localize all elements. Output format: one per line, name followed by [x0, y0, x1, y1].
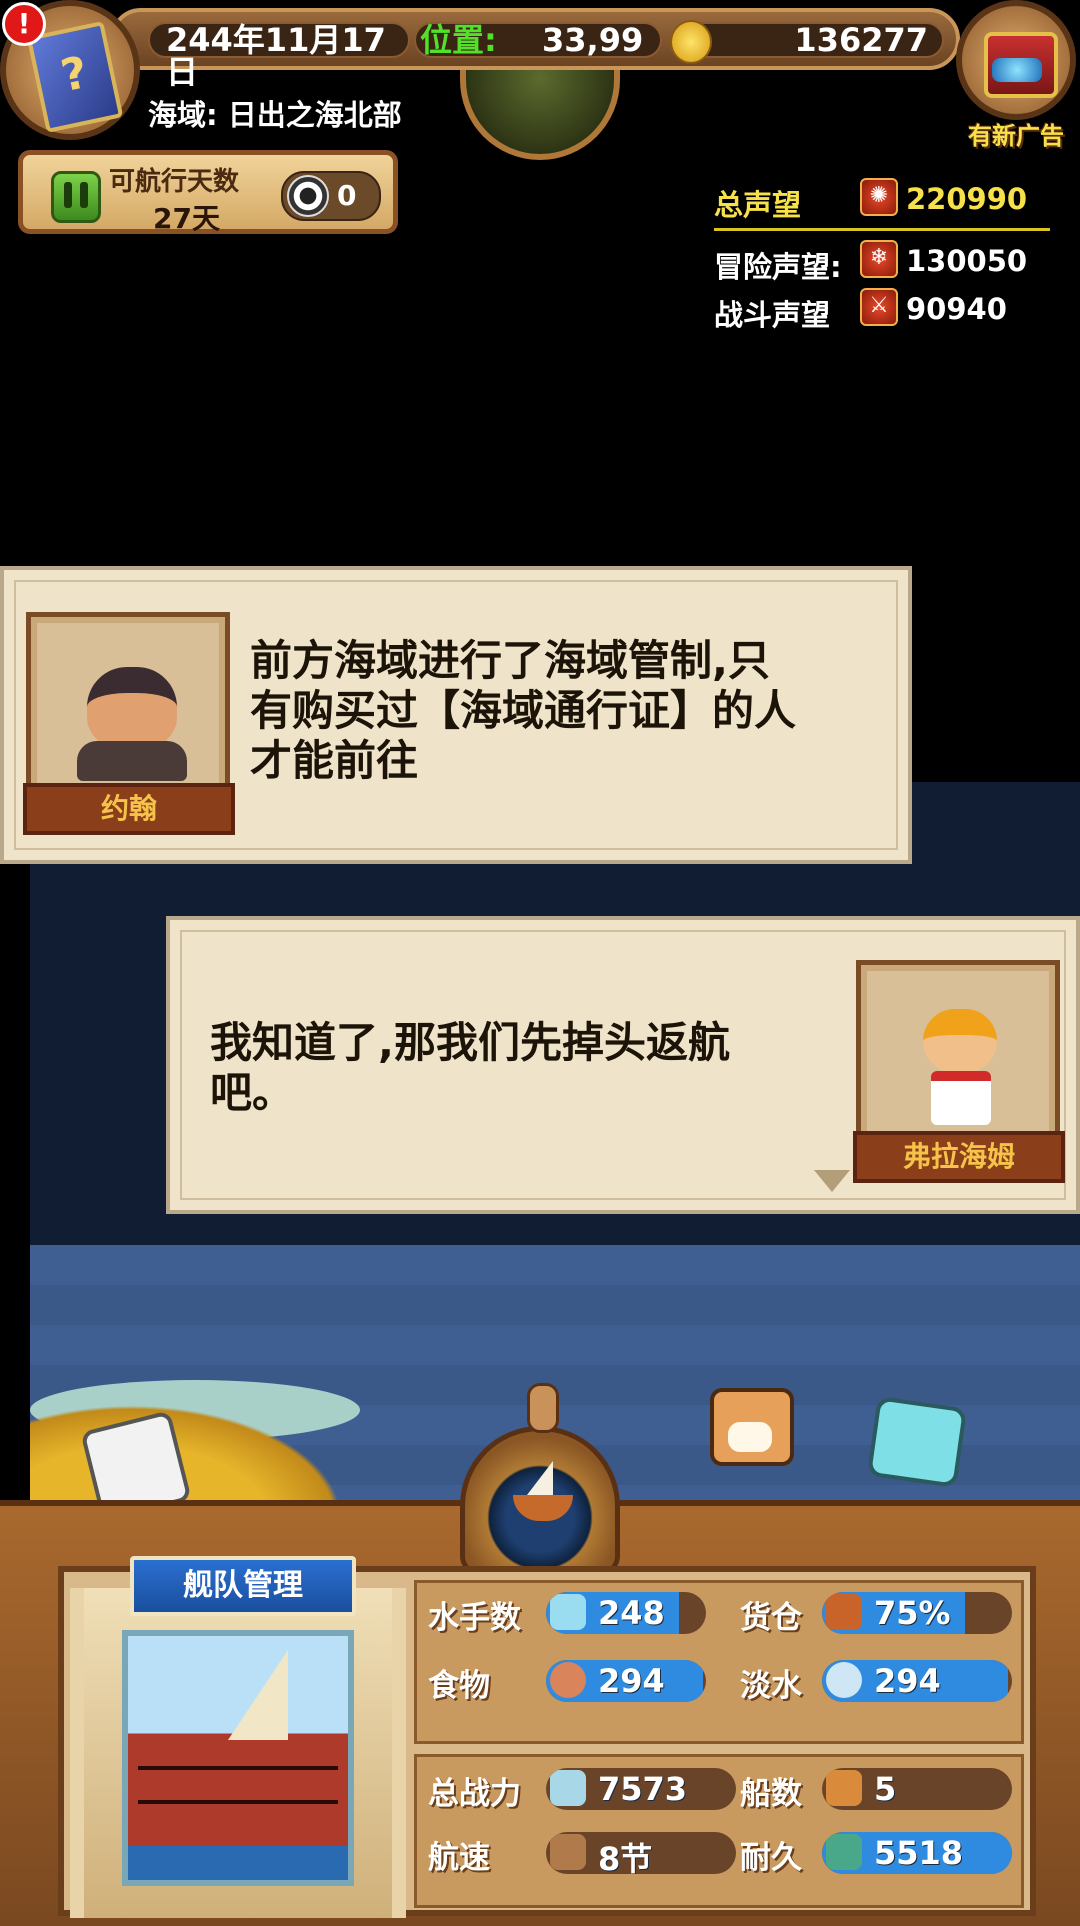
- gold-display: 136277: [670, 20, 944, 64]
- water-label: 淡水: [740, 1668, 802, 1704]
- fleet-stats: 水手数 248 货仓 75% 食物 294 淡水 294 总战力 7573 船数…: [414, 1580, 1024, 1910]
- anchor-icon: [826, 1834, 862, 1870]
- dialog-box-john[interactable]: 约翰 前方海域进行了海域管制,只 有购买过【海域通行证】的人 才能前往: [0, 566, 912, 864]
- ship-sail: [228, 1650, 288, 1740]
- dialog-text: 我知道了,那我们先掉头返航 吧。: [210, 1018, 730, 1118]
- fleet-management-button[interactable]: 舰队管理: [130, 1556, 356, 1616]
- adventure-reputation: 冒险声望: ❄ 130050: [714, 240, 1027, 286]
- water-bar: 294: [822, 1660, 1012, 1702]
- sail-icon: [527, 1461, 553, 1495]
- food-label: 食物: [428, 1668, 490, 1704]
- battle-reputation: 战斗声望 ⚔ 90940: [714, 288, 1007, 334]
- status-bar: 244年11月17日 位置: 33,99 136277: [110, 8, 960, 88]
- divider: [714, 228, 1050, 231]
- dialog-line: 我知道了,那我们先掉头返航: [210, 1018, 730, 1067]
- bar-value: 294: [598, 1662, 665, 1700]
- speaker-portrait: 弗拉海姆: [853, 960, 1065, 1183]
- bar-value: 248: [598, 1594, 665, 1632]
- gold-coin-icon: [670, 20, 712, 64]
- dialog-line: 有购买过【海域通行证】的人: [250, 686, 797, 735]
- bar-value: 294: [874, 1662, 941, 1700]
- power-label: 总战力: [428, 1776, 521, 1812]
- sailboat-icon: [550, 1834, 586, 1870]
- bar-value: 8节: [598, 1840, 653, 1874]
- ship-icon: [826, 1770, 862, 1806]
- cat-cube-character[interactable]: [866, 1396, 968, 1488]
- continue-arrow-icon[interactable]: [814, 1170, 850, 1192]
- durability-label: 耐久: [740, 1840, 802, 1876]
- dialog-line: 才能前往: [250, 736, 419, 785]
- dialog-box-flamheim[interactable]: 我知道了,那我们先掉头返航 吧。 弗拉海姆: [166, 916, 1080, 1214]
- speed-bar: 8节: [546, 1832, 736, 1874]
- john-avatar: [87, 667, 177, 747]
- bar-value: 7573: [598, 1770, 688, 1808]
- bar-value: 5518: [874, 1834, 964, 1872]
- ad-label[interactable]: 有新广告: [968, 116, 1064, 151]
- dialog-line: 前方海域进行了海域管制,只: [250, 636, 770, 685]
- position-display: 位置: 33,99: [414, 22, 662, 58]
- reputation-icon: ✺: [860, 178, 898, 216]
- dialog-text: 前方海域进行了海域管制,只 有购买过【海域通行证】的人 才能前往: [250, 636, 796, 786]
- sailor-icon: [550, 1594, 586, 1630]
- bar-value: 5: [874, 1770, 897, 1808]
- water-jug-icon: [826, 1662, 862, 1698]
- pause-icon[interactable]: [51, 171, 101, 223]
- total-reputation: 总声望 ✺ 220990: [714, 178, 1027, 224]
- cargo-label: 货仓: [740, 1600, 802, 1636]
- days-value: 27天: [153, 202, 220, 235]
- helm-icon[interactable]: [460, 1383, 620, 1576]
- flamheim-avatar: [923, 1009, 997, 1073]
- alert-icon: !: [2, 2, 46, 46]
- compass-icon: ❄: [860, 240, 898, 278]
- food-bar: 294: [546, 1660, 706, 1702]
- bar-value: 75%: [874, 1594, 951, 1632]
- john-body: [77, 741, 187, 781]
- swords-icon: [550, 1770, 586, 1806]
- power-bar: 7573: [546, 1768, 736, 1810]
- cargo-icon: [826, 1594, 862, 1630]
- gems-icon: [992, 58, 1042, 82]
- dialog-line: 吧。: [210, 1068, 295, 1117]
- ad-reward-button[interactable]: [956, 0, 1076, 120]
- meat-icon: [550, 1662, 586, 1698]
- speaker-name: 弗拉海姆: [853, 1131, 1065, 1183]
- durability-bar: 5518: [822, 1832, 1012, 1874]
- date-display: 244年11月17日: [148, 22, 410, 88]
- cargo-bar: 75%: [822, 1592, 1012, 1634]
- token-icon: [287, 175, 329, 217]
- ships-label: 船数: [740, 1776, 802, 1812]
- shiba-cube-character[interactable]: [710, 1388, 794, 1466]
- sea-region: 海域: 日出之海北部: [148, 98, 402, 132]
- swords-icon: ⚔: [860, 288, 898, 326]
- boat-icon: [513, 1495, 573, 1521]
- ship-cutaway-image[interactable]: [122, 1630, 354, 1886]
- speaker-portrait: 约翰: [23, 612, 235, 835]
- voyage-days-panel: 可航行天数 27天 0: [18, 150, 398, 235]
- speaker-name: 约翰: [23, 783, 235, 835]
- days-label: 可航行天数: [109, 167, 240, 197]
- ship-deck: [138, 1766, 338, 1770]
- sailors-label: 水手数: [428, 1600, 521, 1636]
- globe-icon[interactable]: [460, 70, 620, 160]
- speed-label: 航速: [428, 1840, 490, 1876]
- token-counter: 0: [281, 171, 381, 221]
- ships-bar: 5: [822, 1768, 1012, 1810]
- helm-knob: [527, 1383, 559, 1433]
- flamheim-body: [931, 1071, 991, 1125]
- sailors-bar: 248: [546, 1592, 706, 1634]
